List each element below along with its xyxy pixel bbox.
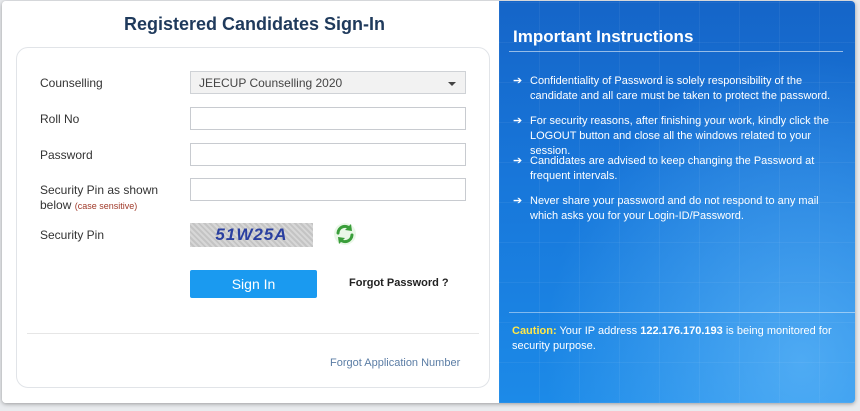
instruction-text: Candidates are advised to keep changing … [530, 155, 815, 182]
rollno-label: Roll No [40, 112, 80, 126]
counselling-label: Counselling [40, 76, 103, 90]
instructions-divider [509, 51, 843, 52]
counselling-select[interactable]: JEECUP Counselling 2020 [190, 71, 466, 94]
arrow-right-icon: ➔ [513, 115, 523, 127]
case-sensitive-note: (case sensitive) [74, 201, 138, 211]
instruction-text: For security reasons, after finishing yo… [530, 115, 829, 157]
caution-note: Caution: Your IP address 122.176.170.193… [512, 324, 842, 354]
counselling-select-value: JEECUP Counselling 2020 [199, 76, 343, 90]
signin-form: Counselling JEECUP Counselling 2020 Roll… [16, 47, 490, 388]
ip-address: 122.176.170.193 [640, 325, 723, 337]
password-input[interactable] [190, 143, 466, 166]
divider [27, 333, 479, 334]
security-pin-input[interactable] [190, 178, 466, 201]
chevron-down-icon [448, 82, 456, 86]
signin-button[interactable]: Sign In [190, 270, 317, 298]
caution-divider [509, 312, 855, 313]
rollno-input[interactable] [190, 107, 466, 130]
instruction-text: Never share your password and do not res… [530, 195, 819, 222]
caution-label: Caution: [512, 325, 557, 337]
signin-card: Registered Candidates Sign-In Counsellin… [2, 1, 855, 403]
caution-pre: Your IP address [559, 325, 638, 337]
instruction-text: Confidentiality of Password is solely re… [530, 75, 831, 102]
forgot-application-number-link[interactable]: Forgot Application Number [330, 357, 460, 369]
page-title: Registered Candidates Sign-In [123, 14, 386, 34]
security-pin-shown-label: Security Pin as shown below (case sensit… [40, 183, 160, 214]
captcha-image: 51W25A [190, 223, 313, 247]
arrow-right-icon: ➔ [513, 195, 523, 207]
password-label: Password [40, 148, 93, 162]
forgot-password-link[interactable]: Forgot Password ? [349, 277, 449, 289]
instructions-title: Important Instructions [513, 27, 694, 46]
arrow-right-icon: ➔ [513, 75, 523, 87]
arrow-right-icon: ➔ [513, 155, 523, 167]
signin-section: Registered Candidates Sign-In Counsellin… [2, 1, 499, 403]
refresh-icon[interactable] [333, 222, 357, 246]
security-pin-label: Security Pin [40, 228, 105, 242]
instructions-panel: Important Instructions ➔ Confidentiality… [499, 1, 855, 403]
